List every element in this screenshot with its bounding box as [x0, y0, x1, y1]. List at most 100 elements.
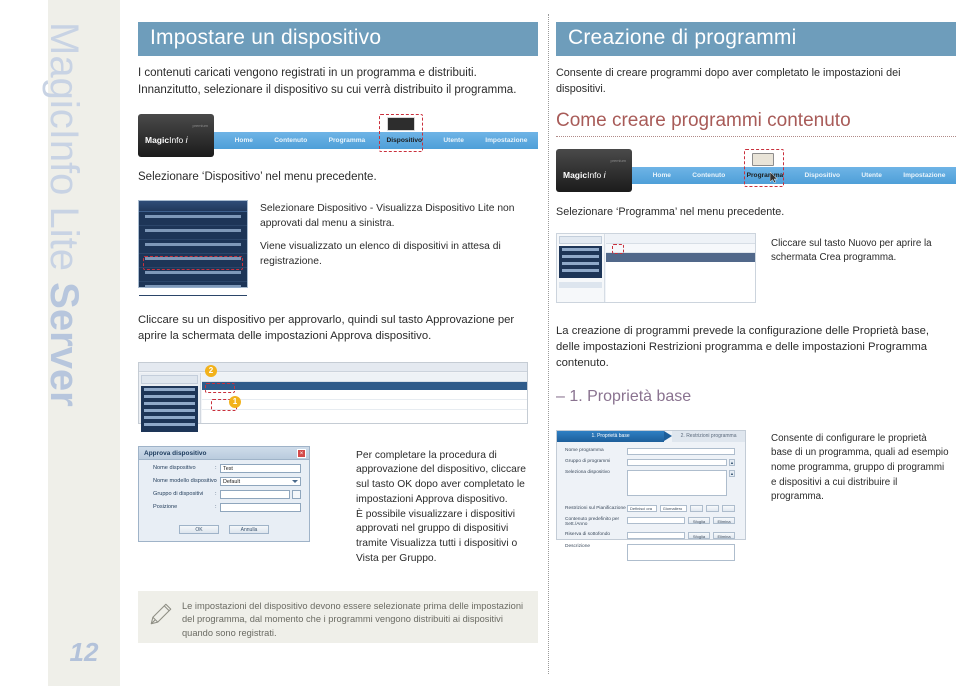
nav-item-programma[interactable]: Programma: [318, 137, 376, 144]
nav-item-dispositivo[interactable]: Dispositivo: [794, 172, 851, 179]
left-text-block-1: Selezionare Dispositivo - Visualizza Dis…: [260, 202, 515, 229]
device-menu-row-4[interactable]: [139, 270, 247, 282]
ok-button[interactable]: OK: [179, 524, 219, 534]
wizard-label: Descrizione: [565, 543, 591, 549]
close-icon[interactable]: ×: [297, 448, 306, 458]
wizard-step-1[interactable]: 1. Proprietà base: [557, 430, 665, 442]
program-sidebar: [557, 233, 605, 302]
table-row[interactable]: [202, 400, 527, 410]
right-program-text: Cliccare sul tasto Nuovo per aprire la s…: [771, 237, 932, 264]
device-menu-row-0[interactable]: [139, 214, 247, 226]
wizard-row-nome-programma: Nome programma: [565, 447, 735, 455]
note-text: Le impostazioni del dispositivo devono e…: [182, 601, 524, 638]
seleziona-dispositivo-list[interactable]: [627, 469, 727, 496]
logo-brand-i: i: [185, 134, 188, 145]
nav-item-contenuto[interactable]: Contenuto: [264, 137, 318, 144]
wizard-step-2[interactable]: 2. Restrizioni programma: [672, 430, 745, 442]
device-menu-row-2[interactable]: [139, 242, 247, 254]
logo-brand-bold: Magic: [563, 170, 588, 181]
grid-toolbar[interactable]: [202, 372, 527, 382]
posizione-input[interactable]: [220, 502, 301, 512]
wizard-steps: 1. Proprietà base 2. Restrizioni program…: [557, 430, 745, 442]
program-toolbar[interactable]: [606, 243, 755, 253]
gruppo-programmi-input[interactable]: [627, 458, 727, 466]
program-grid: [606, 233, 755, 302]
restrizioni-option-1[interactable]: [690, 504, 703, 512]
contenuto-predefinito-input[interactable]: [627, 516, 685, 524]
left-text-block-2: Viene visualizzato un elenco di disposit…: [260, 240, 501, 267]
field-label: Gruppo di dispositivi: [153, 491, 204, 498]
nav-item-impostazione[interactable]: Impostazione: [893, 172, 956, 179]
logo-brand: MagicInfo i: [145, 135, 188, 145]
right-step-heading: – 1. Proprietà base: [556, 387, 692, 405]
device-menu-row-1[interactable]: [139, 228, 247, 240]
descrizione-textarea[interactable]: [627, 543, 735, 561]
row-line: [145, 214, 241, 218]
logo-brand-rest: Info: [587, 170, 602, 181]
nome-programma-input[interactable]: [627, 447, 735, 455]
left-dialog-text-1: Per completare la procedura di approvazi…: [356, 449, 526, 506]
wizard-label: Seleziona dispositivo: [565, 469, 610, 475]
sidebar-line: [144, 401, 195, 405]
chevron-down-icon[interactable]: ▲: [729, 458, 735, 466]
left-intro-line1: I contenuti caricati vengono registrati …: [138, 67, 477, 80]
cancel-button[interactable]: Annulla: [229, 524, 269, 534]
nav-item-impostazione[interactable]: Impostazione: [475, 137, 538, 144]
program-breadcrumb-bar: [606, 233, 755, 244]
delete-button-2[interactable]: Elimina: [713, 531, 735, 539]
nav-items: Home Contenuto Programma Dispositivo Ute…: [642, 167, 956, 184]
frequenza-select[interactable]: Giornaliero: [659, 504, 687, 512]
wizard-row-gruppo-programmi: Gruppo di programmi ▲: [565, 458, 735, 466]
wizard-step-arrow: [664, 430, 673, 441]
column-divider: [548, 14, 549, 674]
wizard-row-riserva-sottofondo: Riserva di sottofondo Sfoglia Elimina: [565, 531, 735, 539]
device-list-screenshot: 1 2: [138, 361, 528, 432]
nome-dispositivo-input[interactable]: Test: [220, 463, 301, 473]
basic-properties-screenshot: 1. Proprietà base 2. Restrizioni program…: [556, 429, 746, 561]
device-menu-header: [139, 200, 247, 212]
program-sidebar-footer: [559, 281, 602, 288]
modello-dispositivo-select[interactable]: Default: [220, 476, 301, 486]
row-line: [145, 228, 241, 232]
wizard-row-seleziona-dispositivo: Seleziona dispositivo ▲: [565, 469, 735, 496]
wizard-row-descrizione: Descrizione: [565, 543, 735, 561]
right-wizard-block: 1. Proprietà base 2. Restrizioni program…: [556, 429, 956, 561]
sidebar-line: [144, 415, 195, 419]
nav-item-contenuto[interactable]: Contenuto: [682, 172, 736, 179]
program-sidebar-menu: [559, 245, 602, 278]
callout-marker-2: 2: [205, 364, 217, 377]
left-intro-line2: Innanzitutto, selezionare il dispositivo…: [138, 84, 517, 97]
program-selected-row[interactable]: [606, 252, 755, 262]
restrizioni-option-2[interactable]: [706, 504, 719, 512]
sidebar-line: [562, 247, 599, 251]
group-picker-button[interactable]: [292, 489, 301, 499]
nav-item-home[interactable]: Home: [642, 172, 682, 179]
wizard-label: Contenuto predefinito per Sett./Anno: [565, 516, 620, 527]
nav-item-utente[interactable]: Utente: [433, 137, 475, 144]
gruppo-dispositivi-input[interactable]: [220, 489, 290, 499]
spine-brand-light: MagicInfo Lite: [42, 22, 86, 283]
left-caption-nav: Selezionare ‘Dispositivo’ nel menu prece…: [138, 170, 377, 183]
logo-premium-label: premium: [192, 122, 208, 128]
table-row[interactable]: [202, 390, 527, 400]
delete-button-1[interactable]: Elimina: [713, 516, 735, 524]
right-nav-screenshot: premium MagicInfo i Home Contenuto Progr…: [556, 147, 956, 194]
restrizioni-option-3[interactable]: [722, 504, 735, 512]
left-banner-title: Impostare un dispositivo: [138, 22, 538, 57]
chevron-up-icon[interactable]: ▲: [729, 469, 735, 477]
logo-premium-label: premium: [610, 158, 626, 164]
browse-button-2[interactable]: Sfoglia: [688, 531, 710, 539]
dialog-title: Approva dispositivo: [139, 446, 309, 460]
restrizioni-select[interactable]: Definisci ora: [627, 504, 657, 512]
nav-item-home[interactable]: Home: [224, 137, 264, 144]
app-sidebar-header: [141, 374, 198, 384]
right-caption-nav: Selezionare ‘Programma’ nel menu precede…: [556, 206, 785, 219]
device-menu-row-5[interactable]: [139, 284, 247, 296]
magicinfo-logo: premium MagicInfo i: [556, 149, 632, 193]
riserva-sottofondo-input[interactable]: [627, 531, 685, 539]
grid-header-row: [202, 381, 527, 390]
approve-device-dialog: Approva dispositivo × Nome dispositivo :…: [138, 445, 310, 542]
browse-button-1[interactable]: Sfoglia: [688, 516, 710, 524]
app-sidebar: [139, 372, 201, 432]
nav-item-utente[interactable]: Utente: [851, 172, 893, 179]
